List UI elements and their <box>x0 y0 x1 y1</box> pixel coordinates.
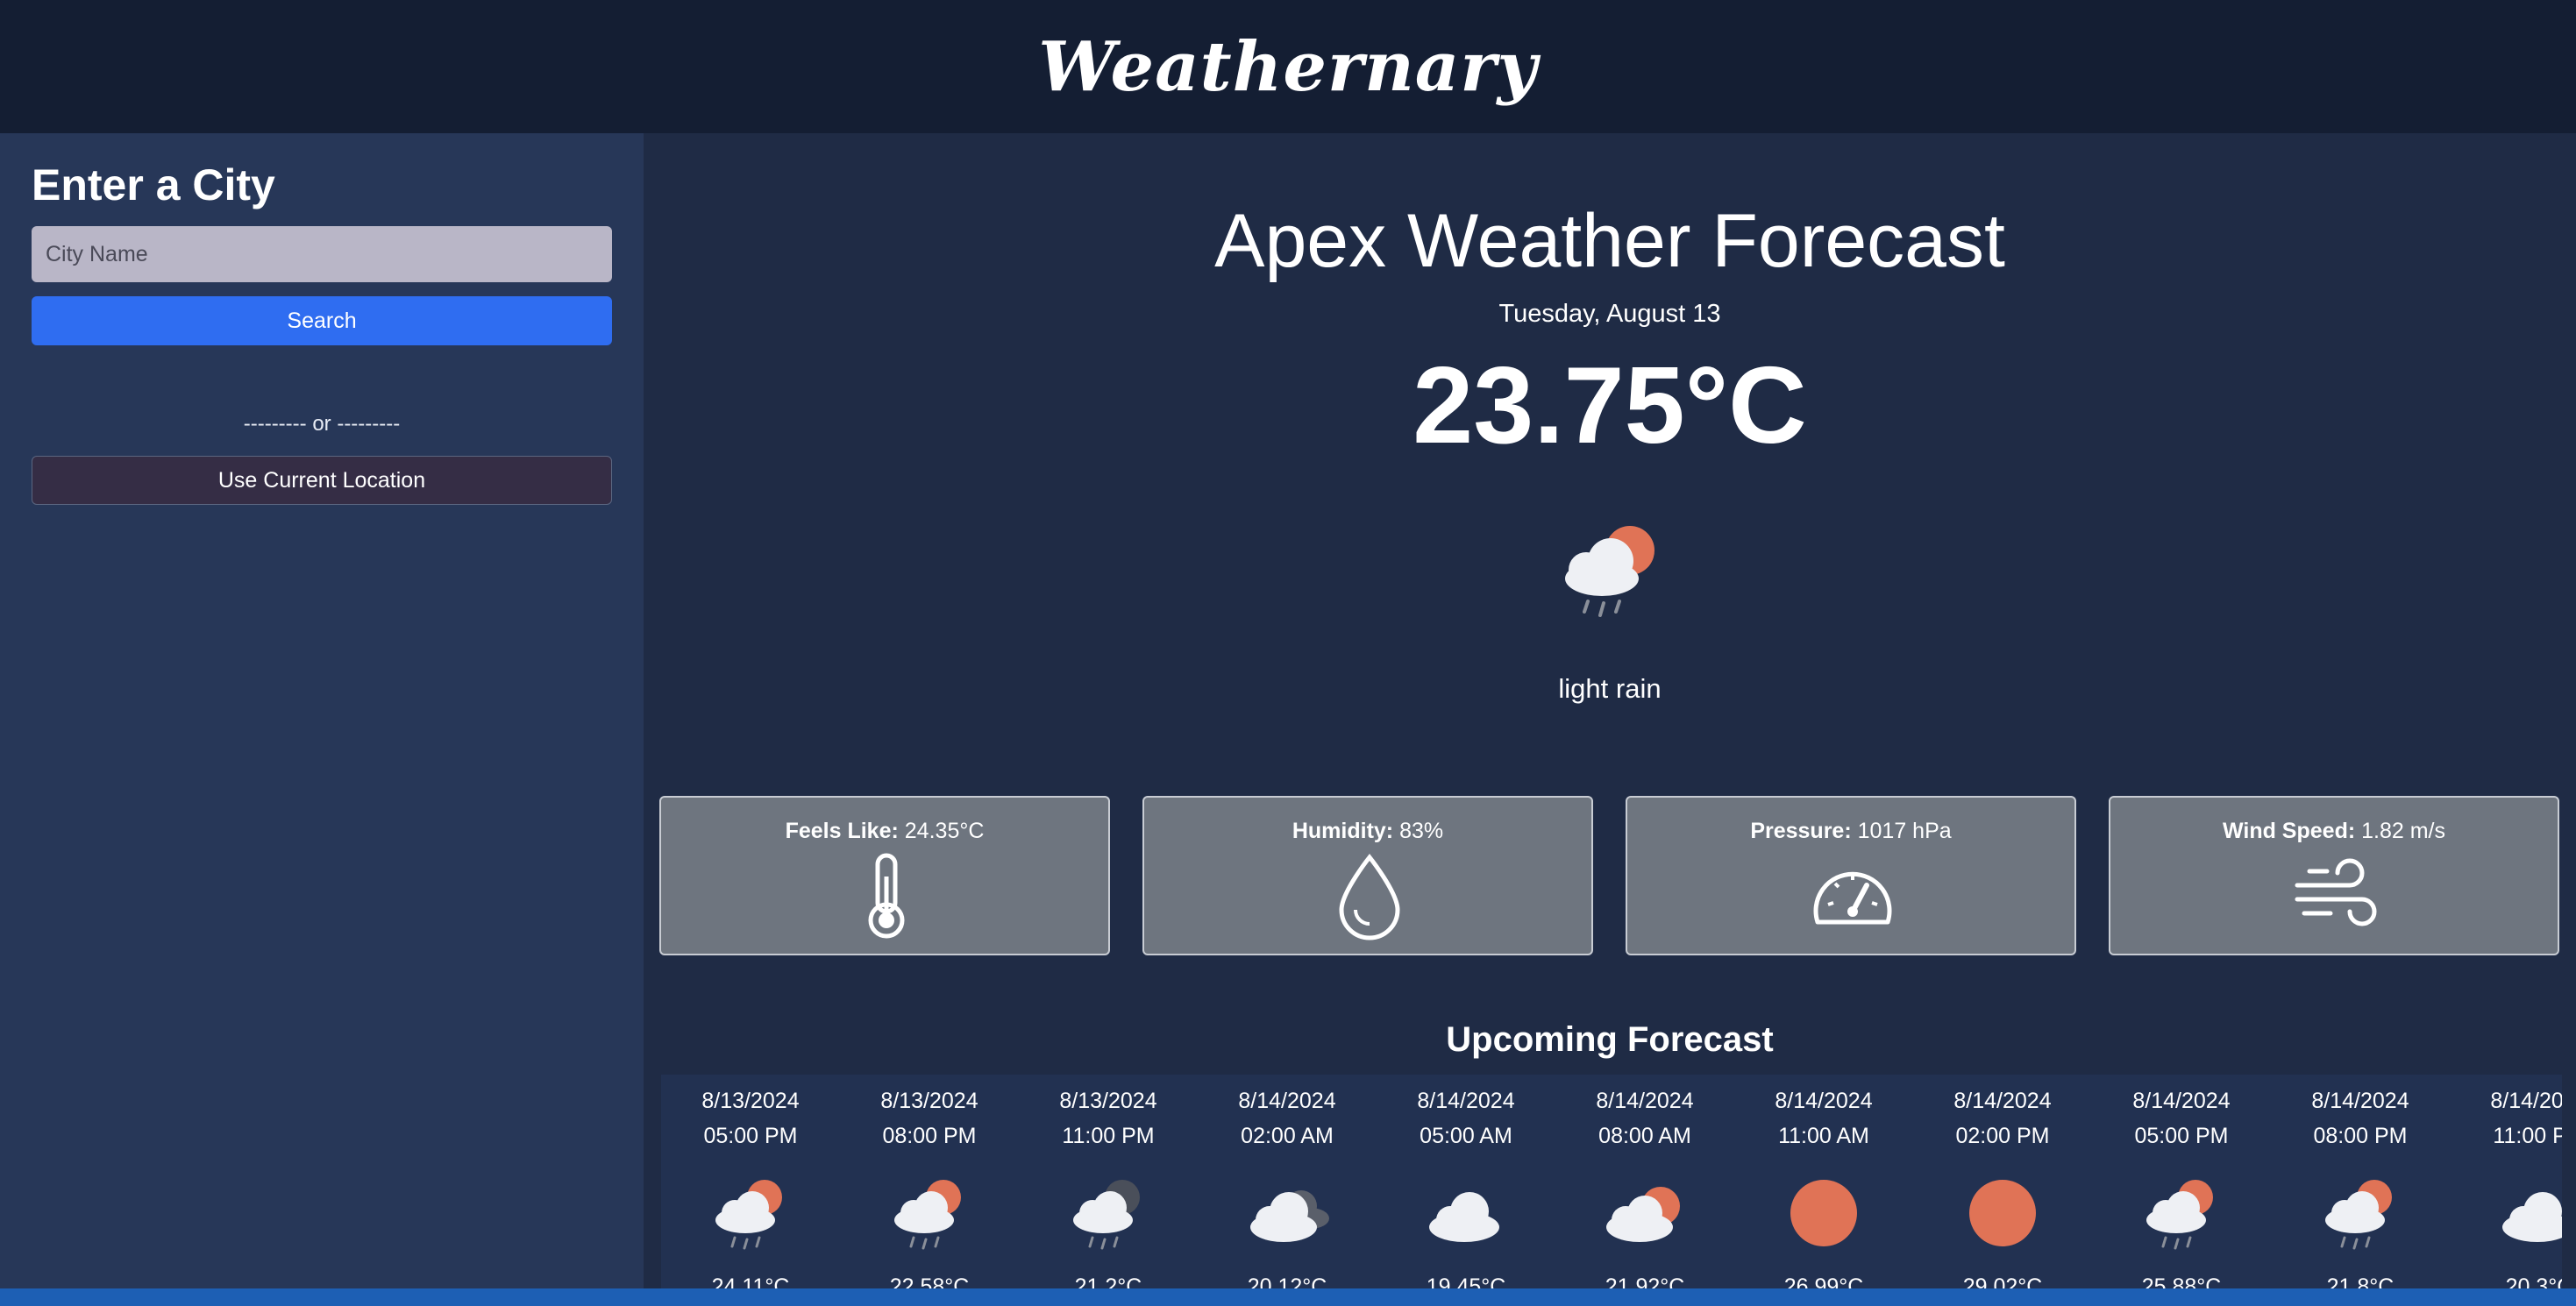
feels-like-card: Feels Like: 24.35°C <box>659 796 1110 955</box>
forecast-time: 11:00 PM <box>2493 1124 2562 1148</box>
forecast-date: 8/13/2024 <box>880 1089 978 1113</box>
top-bar: Weathernary <box>0 0 2576 133</box>
forecast-temp: 25.88°C <box>2141 1274 2222 1288</box>
cloud-sun-rain-icon <box>1549 515 1672 629</box>
gauge-icon <box>1809 850 1896 941</box>
stat-value: 1.82 m/s <box>2361 819 2445 843</box>
cloudy-icon <box>1243 1171 1331 1255</box>
forecast-item: 8/14/2024 02:00 PM 29.02°C <box>1913 1075 2092 1288</box>
forecast-item: 8/13/2024 11:00 PM 21.2°C <box>1019 1075 1198 1288</box>
forecast-item: 8/14/2024 11:00 PM 20.3°C <box>2450 1075 2562 1288</box>
forecast-date: 8/14/2024 <box>1596 1089 1694 1113</box>
forecast-item: 8/14/2024 11:00 AM 26.99°C <box>1734 1075 1913 1288</box>
droplet-icon <box>1326 850 1413 941</box>
forecast-time: 11:00 AM <box>1778 1124 1869 1148</box>
search-button[interactable]: Search <box>32 296 612 345</box>
forecast-item: 8/13/2024 05:00 PM 24.11°C <box>661 1075 840 1288</box>
forecast-temp: 20.3°C <box>2505 1274 2562 1288</box>
forecast-temp: 21.2°C <box>1074 1274 1142 1288</box>
thermometer-icon <box>843 850 930 941</box>
forecast-temp: 29.02°C <box>1962 1274 2043 1288</box>
forecast-time: 11:00 PM <box>1062 1124 1155 1148</box>
forecast-date: 8/14/2024 <box>1953 1089 2052 1113</box>
forecast-item: 8/13/2024 08:00 PM 22.58°C <box>840 1075 1019 1288</box>
forecast-temp: 26.99°C <box>1783 1274 1864 1288</box>
forecast-date: 8/14/2024 <box>2490 1089 2562 1113</box>
humidity-card: Humidity: 83% <box>1142 796 1593 955</box>
forecast-temp: 21.8°C <box>2326 1274 2395 1288</box>
forecast-temp: 22.58°C <box>889 1274 970 1288</box>
forecast-temp: 19.45°C <box>1426 1274 1506 1288</box>
forecast-date: 8/13/2024 <box>701 1089 800 1113</box>
forecast-date: 8/14/2024 <box>1775 1089 1873 1113</box>
page-title: Apex Weather Forecast <box>1214 199 2005 283</box>
sun-icon <box>1959 1171 2046 1255</box>
forecast-item: 8/14/2024 05:00 PM 25.88°C <box>2092 1075 2271 1288</box>
sidebar-heading: Enter a City <box>32 160 275 209</box>
city-search-input[interactable] <box>32 226 612 282</box>
cloud-sun-rain-icon <box>886 1171 973 1255</box>
brand-logo[interactable]: Weathernary <box>1038 27 1538 107</box>
stat-label: Humidity: <box>1292 819 1394 843</box>
forecast-date: 8/14/2024 <box>1238 1089 1336 1113</box>
or-divider: --------- or --------- <box>243 412 401 436</box>
current-temperature: 23.75°C <box>1413 345 1807 466</box>
cloud-icon <box>1422 1171 1510 1255</box>
forecast-strip[interactable]: 8/13/2024 05:00 PM 24.11°C 8/13/2024 08:00 P… <box>661 1075 2562 1288</box>
cloud-sun-rain-icon <box>2316 1171 2404 1255</box>
forecast-time: 02:00 AM <box>1241 1124 1334 1148</box>
forecast-time: 08:00 AM <box>1598 1124 1691 1148</box>
cloud-sun-icon <box>1601 1171 1689 1255</box>
forecast-time: 05:00 PM <box>2134 1124 2229 1148</box>
forecast-date: 8/14/2024 <box>2132 1089 2231 1113</box>
forecast-item: 8/14/2024 05:00 AM 19.45°C <box>1377 1075 1555 1288</box>
forecast-date: 8/14/2024 <box>1417 1089 1515 1113</box>
forecast-temp: 21.92°C <box>1605 1274 1685 1288</box>
weather-description: light rain <box>1558 673 1662 704</box>
forecast-item: 8/14/2024 08:00 PM 21.8°C <box>2271 1075 2450 1288</box>
forecast-item: 8/14/2024 02:00 AM 20.12°C <box>1198 1075 1377 1288</box>
forecast-time: 05:00 PM <box>703 1124 798 1148</box>
forecast-time: 08:00 PM <box>2313 1124 2408 1148</box>
forecast-date: 8/14/2024 <box>2311 1089 2409 1113</box>
sidebar: Enter a City Search --------- or -------… <box>0 133 644 1288</box>
cloud-moon-rain-icon <box>1064 1171 1152 1255</box>
forecast-time: 05:00 AM <box>1420 1124 1512 1148</box>
forecast-temp: 24.11°C <box>711 1274 790 1288</box>
stat-label: Pressure: <box>1750 819 1852 843</box>
forecast-date: 8/13/2024 <box>1059 1089 1157 1113</box>
cloud-sun-rain-icon <box>2138 1171 2225 1255</box>
main-panel: Apex Weather Forecast Tuesday, August 13… <box>644 133 2576 1288</box>
cloud-sun-rain-icon <box>707 1171 794 1255</box>
feels-like-text: Feels Like: 24.35°C <box>661 819 1108 844</box>
forecast-heading: Upcoming Forecast <box>1446 1020 1774 1059</box>
wind-speed-card: Wind Speed: 1.82 m/s <box>2109 796 2559 955</box>
status-bar <box>0 1288 2576 1306</box>
pressure-card: Pressure: 1017 hPa <box>1626 796 2076 955</box>
forecast-item: 8/14/2024 08:00 AM 21.92°C <box>1555 1075 1734 1288</box>
cloud-icon <box>2495 1171 2562 1255</box>
use-current-location-button[interactable]: Use Current Location <box>32 456 612 505</box>
humidity-text: Humidity: 83% <box>1144 819 1591 844</box>
pressure-text: Pressure: 1017 hPa <box>1627 819 2074 844</box>
stat-label: Wind Speed: <box>2223 819 2356 843</box>
stat-label: Feels Like: <box>785 819 899 843</box>
sun-icon <box>1780 1171 1868 1255</box>
forecast-temp: 20.12°C <box>1247 1274 1327 1288</box>
forecast-time: 02:00 PM <box>1955 1124 2050 1148</box>
current-date: Tuesday, August 13 <box>1498 300 1721 328</box>
stat-value: 24.35°C <box>904 819 985 843</box>
forecast-time: 08:00 PM <box>882 1124 977 1148</box>
stat-value: 1017 hPa <box>1857 819 1952 843</box>
wind-icon <box>2292 850 2380 941</box>
wind-speed-text: Wind Speed: 1.82 m/s <box>2110 819 2558 844</box>
stat-value: 83% <box>1399 819 1444 843</box>
